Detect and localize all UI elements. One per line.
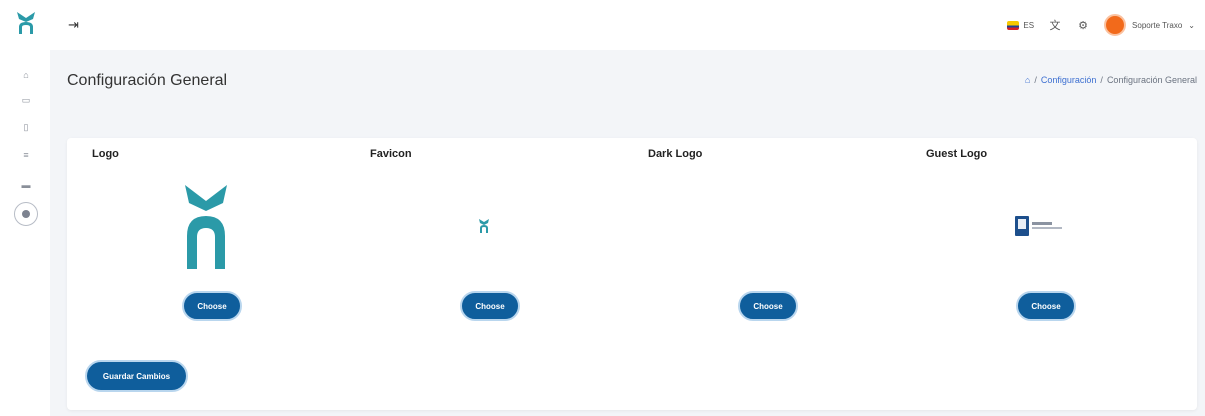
favicon-column: Favicon Choose [345,138,623,358]
guest-logo-image [1015,215,1062,236]
breadcrumb-level1[interactable]: Configuración [1041,75,1097,85]
page-title: Configuración General [67,72,228,89]
breadcrumb-home-icon[interactable]: ⌂ [1025,75,1030,85]
document-icon: ▯ [23,121,29,132]
flag-icon [1007,20,1020,30]
dark-logo-preview [623,168,901,283]
chevron-down-icon: ⌄ [1188,20,1195,30]
sidebar-item-card[interactable]: ▬ [20,180,32,190]
guest-logo-preview [901,168,1179,283]
column-title: Dark Logo [648,148,703,160]
translate-icon[interactable]: 文 [1048,18,1062,32]
arrow-right-icon: ⇥ [68,17,79,32]
logo-preview [67,168,345,283]
favicon-preview [345,168,623,283]
sidebar-item-calendar[interactable]: ▭ [20,95,32,105]
sidebar-item-list[interactable]: ≡ [20,150,32,160]
sidebar-item-home[interactable]: ⌂ [20,70,32,80]
top-right-tools: ES 文 ⚙ Soporte Traxo ⌄ [1007,13,1195,37]
column-title: Guest Logo [926,148,988,160]
breadcrumb-current: Configuración General [1106,75,1197,85]
column-title: Logo [92,148,119,160]
choose-logo-button[interactable]: Choose [182,291,242,321]
breadcrumb: ⌂ / Configuración / Configuración Genera… [1025,75,1197,85]
favicon-image [479,218,489,233]
column-title: Favicon [370,148,412,160]
choose-favicon-button[interactable]: Choose [460,291,520,321]
language-selector[interactable]: ES [1007,20,1035,30]
page-header: Configuración General ⌂ / Configuración … [50,50,1205,108]
dark-logo-column: Dark Logo Choose [623,138,901,358]
choose-guest-logo-button[interactable]: Choose [1016,291,1076,321]
logo-column: Logo Choose [67,138,345,358]
list-icon: ≡ [23,150,29,160]
sidebar-item-document[interactable]: ▯ [20,122,32,132]
guest-logo-column: Guest Logo Choose [901,138,1179,358]
sidebar-item-settings[interactable] [14,202,38,226]
sidebar-toggle-button[interactable]: ⇥ [68,17,79,33]
sidebar: ⌂ ▭ ▯ ≡ ▬ [0,0,50,416]
top-bar: ⇥ ES 文 ⚙ Soporte Traxo ⌄ [50,0,1205,50]
main-content: Configuración General ⌂ / Configuración … [50,50,1205,416]
choose-dark-logo-button[interactable]: Choose [738,291,798,321]
language-label: ES [1023,20,1035,30]
settings-icon [22,210,30,218]
home-icon: ⌂ [23,70,29,80]
breadcrumb-separator: / [1034,75,1037,85]
save-changes-button[interactable]: Guardar Cambios [85,360,188,392]
brand-logo[interactable] [15,10,37,36]
breadcrumb-separator: / [1100,75,1103,85]
avatar [1104,14,1127,36]
logo-settings-card: Logo Choose Favicon Choose Dark Logo Cho… [67,138,1197,410]
brand-logo-image [185,184,227,269]
card-icon: ▬ [21,180,31,190]
gear-icon[interactable]: ⚙ [1076,18,1090,32]
user-menu[interactable]: Soporte Traxo ⌄ [1104,14,1195,36]
calendar-icon: ▭ [21,94,31,105]
user-name: Soporte Traxo [1132,20,1183,30]
